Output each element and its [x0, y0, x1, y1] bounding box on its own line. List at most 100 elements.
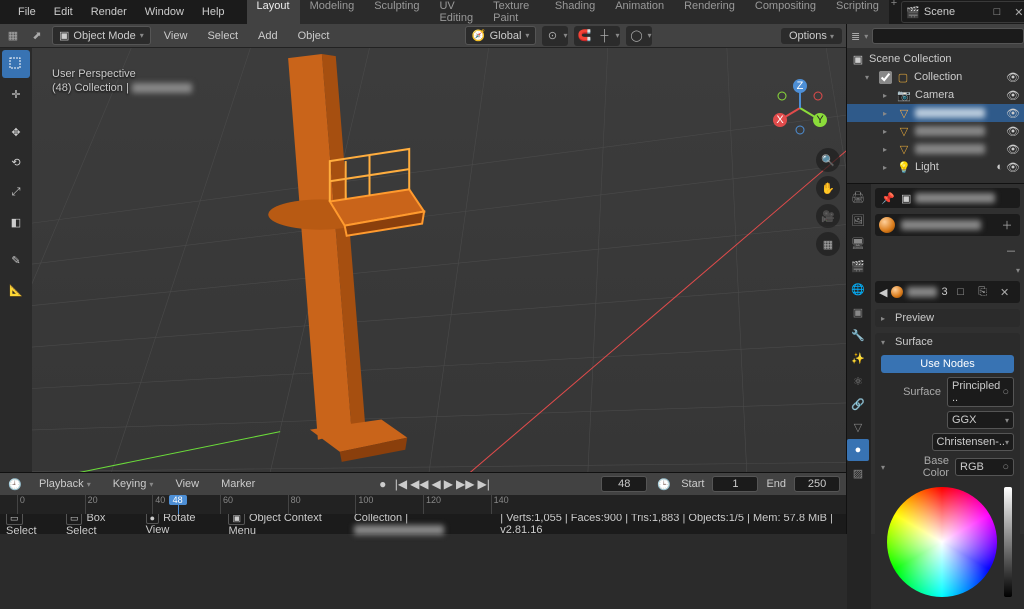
viewport-canvas[interactable]: User Perspective (48) Collection | X Y Z…: [32, 48, 846, 472]
disclosure-icon[interactable]: ▾: [865, 73, 875, 82]
snap-group[interactable]: 🧲┼▾: [574, 26, 620, 46]
pivot-icon[interactable]: ⊙: [543, 27, 561, 45]
disable-icon[interactable]: ◐: [996, 161, 1003, 174]
collection-check[interactable]: [879, 71, 892, 84]
panel-surface-header[interactable]: ▾Surface: [875, 333, 1020, 351]
tab-rendering[interactable]: Rendering: [674, 0, 745, 27]
vp-menu-select[interactable]: Select: [200, 28, 245, 44]
ptab-modifier[interactable]: 🔧: [847, 324, 869, 346]
ptab-output[interactable]: 🖼: [847, 209, 869, 231]
ptab-texture[interactable]: ▨: [847, 462, 869, 484]
snap-mode-icon[interactable]: ┼: [595, 27, 613, 45]
options-button[interactable]: Options ▾: [781, 28, 842, 44]
eye-icon[interactable]: 👁: [1006, 143, 1020, 156]
timeline-editor-icon[interactable]: 🕘: [6, 475, 24, 493]
ptab-object[interactable]: ▣: [847, 301, 869, 323]
magnet-icon[interactable]: 🧲: [575, 27, 593, 45]
cursor-tool-icon[interactable]: ⬈: [28, 27, 46, 45]
tab-shading[interactable]: Shading: [545, 0, 605, 27]
ptab-constraint[interactable]: 🔗: [847, 393, 869, 415]
eye-icon[interactable]: 👁: [1006, 125, 1020, 138]
tab-scripting[interactable]: Scripting: [826, 0, 889, 27]
tab-add[interactable]: +: [889, 0, 899, 27]
orientation-select[interactable]: 🧭 Global ▾: [465, 26, 537, 45]
disclosure-icon[interactable]: ▾: [881, 463, 891, 472]
use-nodes-button[interactable]: Use Nodes: [881, 355, 1014, 373]
ptab-material[interactable]: ●: [847, 439, 869, 461]
panel-preview-header[interactable]: ▸Preview: [875, 309, 1020, 327]
scene-new-icon[interactable]: □: [988, 3, 1006, 21]
ptab-render[interactable]: 🖨: [847, 186, 869, 208]
ptab-scene[interactable]: 🎬: [847, 255, 869, 277]
tree-item-camera[interactable]: ▸ 📷 Camera 👁: [847, 86, 1024, 104]
tab-sculpting[interactable]: Sculpting: [364, 0, 429, 27]
tab-texpaint[interactable]: Texture Paint: [483, 0, 545, 27]
tool-measure[interactable]: 📐: [2, 276, 30, 304]
next-key-icon[interactable]: ▶▶: [456, 477, 474, 491]
value-slider[interactable]: [1004, 487, 1012, 597]
newdata-icon[interactable]: □: [952, 283, 970, 301]
editor-type-icon[interactable]: ▦: [4, 27, 22, 45]
pin-icon[interactable]: 📌: [879, 189, 897, 207]
menu-file[interactable]: File: [10, 4, 44, 20]
zoom-icon[interactable]: 🔍: [816, 148, 840, 172]
autokey-icon[interactable]: ●: [374, 475, 392, 493]
jump-end-icon[interactable]: ▶|: [477, 477, 489, 491]
slot-add-icon[interactable]: ＋: [998, 216, 1016, 234]
start-frame[interactable]: 1: [712, 476, 758, 492]
pan-icon[interactable]: ✋: [816, 176, 840, 200]
ptab-world[interactable]: 🌐: [847, 278, 869, 300]
tl-playback[interactable]: Playback ▾: [32, 476, 98, 492]
ptab-mesh[interactable]: ▽: [847, 416, 869, 438]
tool-select[interactable]: [2, 50, 30, 78]
tool-transform[interactable]: ◧: [2, 208, 30, 236]
outliner-search[interactable]: [872, 28, 1024, 44]
eye-icon[interactable]: 👁: [1006, 71, 1020, 84]
surface-shader-select[interactable]: Principled ..○: [947, 377, 1014, 407]
tab-modeling[interactable]: Modeling: [300, 0, 365, 27]
mode-select[interactable]: ▣ Object Mode ▾: [52, 26, 151, 45]
outliner-editor-icon[interactable]: ≣: [851, 27, 860, 45]
tool-cursor[interactable]: ✛: [2, 80, 30, 108]
camera-view-icon[interactable]: 🎥: [816, 204, 840, 228]
color-wheel[interactable]: [887, 487, 997, 597]
tab-compositing[interactable]: Compositing: [745, 0, 826, 27]
play-rev-icon[interactable]: ◀: [432, 477, 441, 491]
unlink-icon[interactable]: ✕: [996, 283, 1014, 301]
scene-del-icon[interactable]: ✕: [1010, 3, 1024, 21]
scene-input[interactable]: [924, 6, 984, 18]
vp-menu-view[interactable]: View: [157, 28, 195, 44]
vp-menu-add[interactable]: Add: [251, 28, 285, 44]
tool-annotate[interactable]: ✎: [2, 246, 30, 274]
menu-help[interactable]: Help: [194, 4, 233, 20]
current-frame[interactable]: 48: [601, 476, 647, 492]
scene-selector[interactable]: 🎬 □ ✕: [901, 1, 1024, 23]
slot-menu-icon[interactable]: ▾: [1016, 266, 1020, 275]
vp-menu-object[interactable]: Object: [291, 28, 337, 44]
pivot-group[interactable]: ⊙▾: [542, 26, 568, 46]
play-icon[interactable]: ▶: [444, 477, 453, 491]
ortho-toggle-icon[interactable]: ▦: [816, 232, 840, 256]
tab-uv[interactable]: UV Editing: [429, 0, 483, 27]
menu-render[interactable]: Render: [83, 4, 135, 20]
ptab-particle[interactable]: ✨: [847, 347, 869, 369]
tl-keying[interactable]: Keying ▾: [106, 476, 161, 492]
copy-icon[interactable]: ⎘: [974, 283, 992, 301]
proportional-group[interactable]: ◯▾: [626, 26, 652, 46]
tree-scene-collection[interactable]: ▣ Scene Collection: [847, 50, 1024, 68]
menu-edit[interactable]: Edit: [46, 4, 81, 20]
tree-item-mesh3[interactable]: ▸ ▽ 👁: [847, 140, 1024, 158]
tl-marker[interactable]: Marker: [214, 476, 262, 492]
eye-icon[interactable]: 👁: [1006, 89, 1020, 102]
outliner-tree[interactable]: ▣ Scene Collection ▾ ▢ Collection 👁 ▸ 📷 …: [847, 48, 1024, 183]
subsurface-select[interactable]: Christensen-..▾: [932, 433, 1015, 451]
tree-collection[interactable]: ▾ ▢ Collection 👁: [847, 68, 1024, 86]
tool-rotate[interactable]: ⟲: [2, 148, 30, 176]
tree-item-mesh2[interactable]: ▸ ▽ 👁: [847, 122, 1024, 140]
prev-key-icon[interactable]: ◀◀: [410, 477, 428, 491]
timeline-track[interactable]: 0 20 40 60 80 100 120 140 48: [0, 495, 846, 514]
nav-gizmo[interactable]: X Y Z: [770, 78, 830, 138]
jump-start-icon[interactable]: |◀: [395, 477, 407, 491]
proportional-icon[interactable]: ◯: [627, 27, 645, 45]
material-slot[interactable]: ＋: [875, 214, 1020, 236]
